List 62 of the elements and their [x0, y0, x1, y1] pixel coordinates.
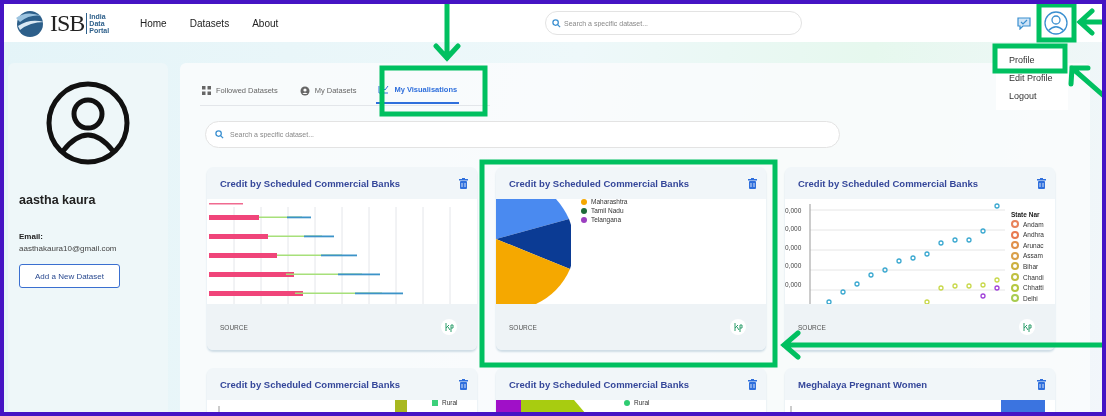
card-title: Meghalaya Pregnant Women	[798, 378, 928, 390]
annotation-arrow	[1076, 8, 1102, 36]
menu-item[interactable]: Edit Profile	[1009, 70, 1053, 86]
y-axis-line	[218, 406, 220, 412]
add-dataset-button[interactable]: Add a New Dataset	[19, 264, 120, 288]
y-axis-line	[790, 406, 792, 412]
nav-link[interactable]: Home	[140, 17, 167, 29]
bar	[1001, 400, 1045, 412]
trash-icon[interactable]	[1037, 378, 1046, 390]
annotation-arrow	[433, 4, 461, 62]
data-point	[952, 283, 958, 289]
source-logo-icon[interactable]	[1019, 319, 1035, 335]
email-text: aasthakaura10@gmail.com	[19, 244, 118, 253]
nav-link[interactable]: About	[252, 17, 279, 29]
data-point	[994, 203, 1000, 209]
nav-link[interactable]: Datasets	[189, 17, 230, 29]
data-point	[994, 285, 1000, 291]
data-point	[924, 299, 930, 304]
user-name: aastha kaura	[19, 193, 97, 207]
avatar-icon[interactable]	[1044, 11, 1068, 35]
data-point	[994, 277, 1000, 283]
chart-icon	[378, 85, 390, 94]
data-point	[938, 240, 944, 246]
card-title: Credit by Scheduled Commercial Banks	[798, 177, 979, 189]
grid-icon	[202, 86, 211, 95]
menu-item[interactable]: Profile	[1009, 52, 1035, 68]
data-point	[868, 272, 874, 278]
trash-icon[interactable]	[748, 378, 757, 390]
data-point	[966, 283, 972, 289]
source-logo-icon[interactable]	[730, 319, 746, 335]
data-point	[980, 282, 986, 288]
trash-icon[interactable]	[459, 378, 468, 390]
data-point	[896, 258, 902, 264]
data-point	[840, 289, 846, 295]
trash-icon[interactable]	[459, 177, 468, 189]
search-icon	[215, 130, 224, 139]
data-point	[826, 299, 832, 304]
card-title: Credit by Scheduled Commercial Banks	[509, 177, 690, 189]
data-point	[966, 237, 972, 243]
trash-icon[interactable]	[748, 177, 757, 189]
card-title: Credit by Scheduled Commercial Banks	[509, 378, 690, 390]
chat-icon[interactable]	[1017, 16, 1031, 30]
data-point	[882, 267, 888, 273]
email-label: Email:	[19, 232, 44, 241]
menu-item[interactable]: Logout	[1009, 88, 1037, 104]
search-icon	[552, 18, 561, 28]
data-point	[924, 251, 930, 257]
data-point	[854, 281, 860, 287]
card-title: Credit by Scheduled Commercial Banks	[220, 378, 401, 390]
bar	[395, 400, 407, 412]
data-point	[938, 285, 944, 291]
trash-icon[interactable]	[1037, 177, 1046, 189]
source-logo-icon[interactable]	[441, 319, 457, 335]
data-point	[980, 293, 986, 299]
data-point	[952, 237, 958, 243]
data-point	[910, 255, 916, 261]
user-icon	[46, 81, 130, 165]
card-title: Credit by Scheduled Commercial Banks	[220, 177, 401, 189]
data-point	[980, 228, 986, 234]
logo-text: ISB	[50, 9, 85, 37]
user-circle-icon	[299, 85, 310, 96]
annotation-arrow	[1068, 65, 1102, 99]
